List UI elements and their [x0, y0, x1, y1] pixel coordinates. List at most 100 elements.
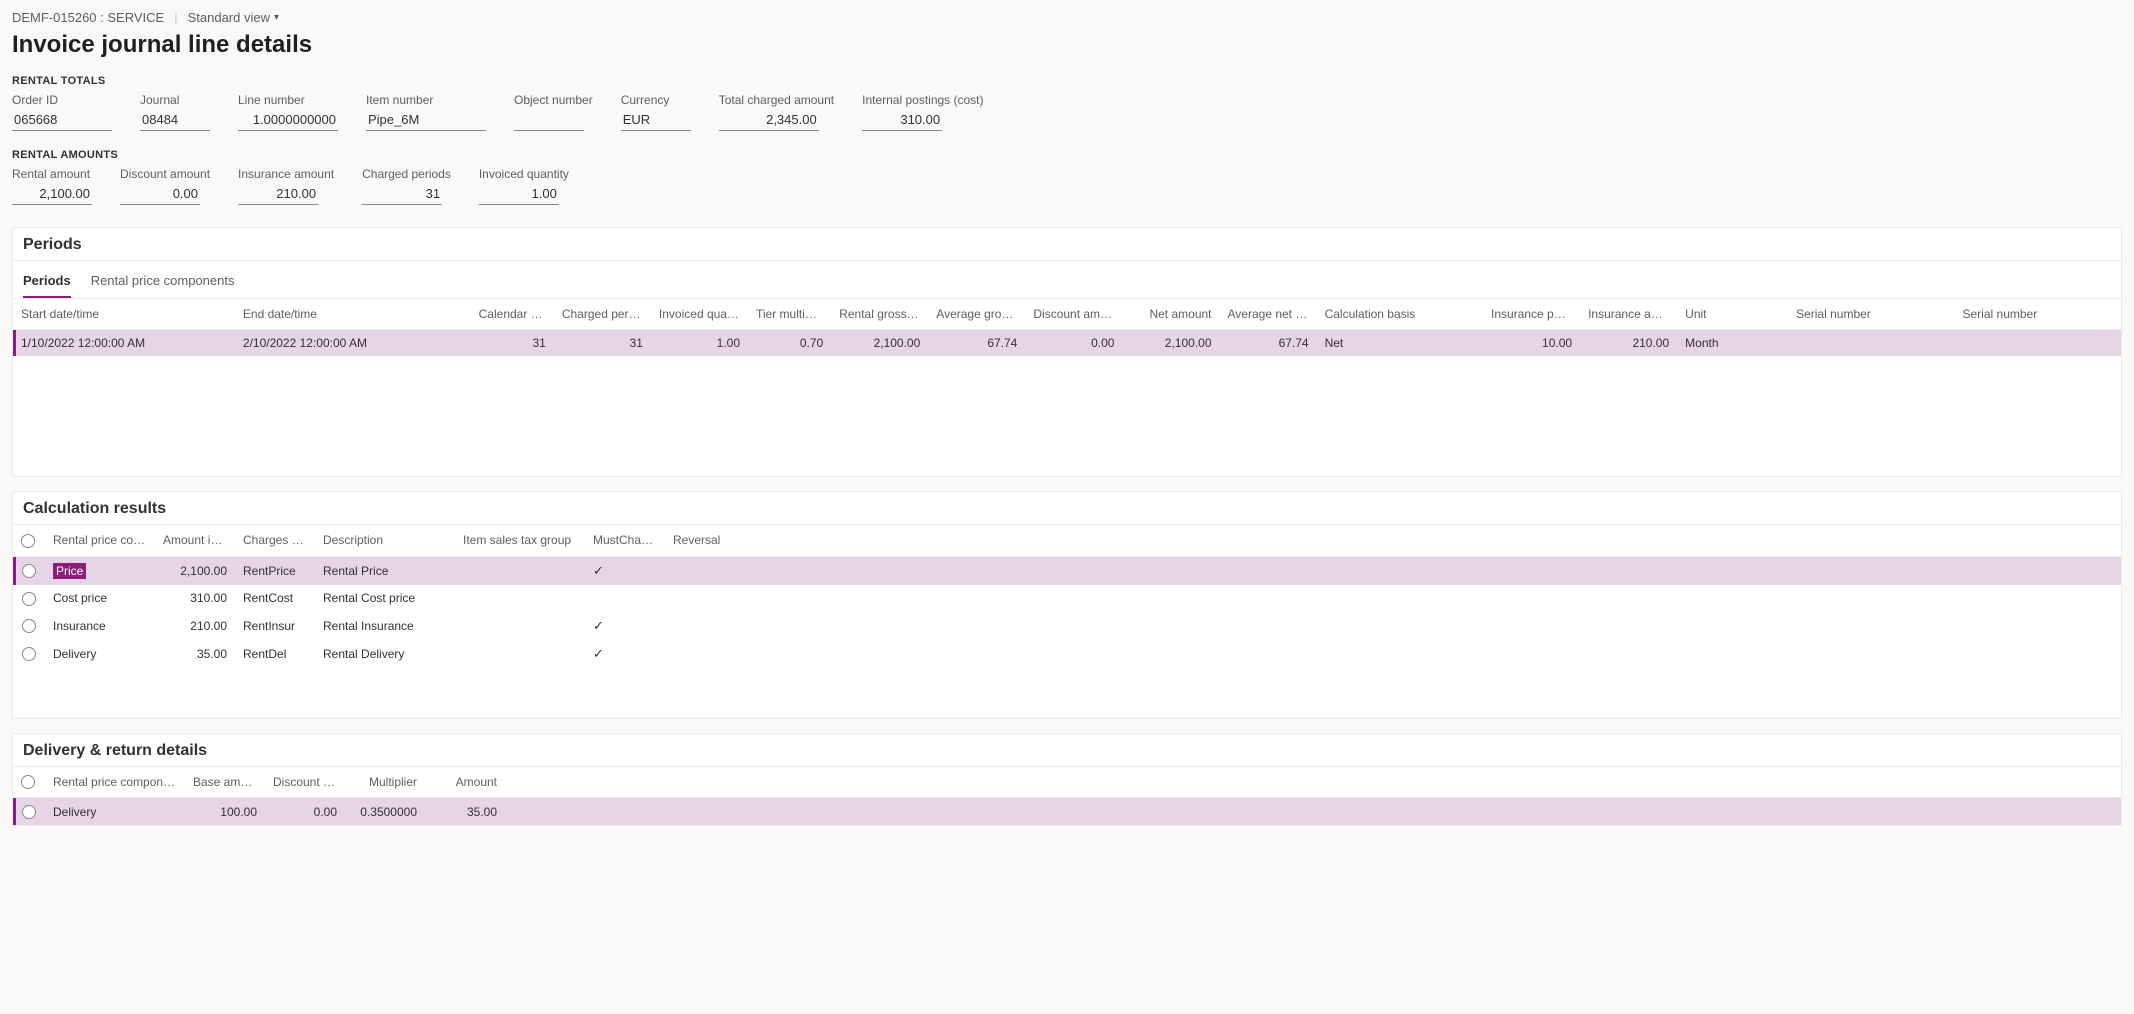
col-dr-amount[interactable]: Amount — [425, 767, 505, 798]
cell-serial2 — [1955, 330, 2122, 357]
currency-field[interactable] — [621, 110, 691, 131]
col-dr-multiplier[interactable]: Multiplier — [345, 767, 425, 798]
charged-periods-field[interactable] — [362, 184, 442, 205]
delivery-return-panel: Delivery & return details Rental price c… — [12, 733, 2122, 827]
order-id-field[interactable] — [12, 110, 112, 131]
cell-ins-amt: 210.00 — [1580, 330, 1677, 357]
radio-icon — [22, 647, 36, 661]
rental-amount-field[interactable] — [12, 184, 92, 205]
cell-component: Delivery — [45, 640, 155, 668]
cell-description: Rental Price — [315, 556, 455, 585]
insurance-amount-field[interactable] — [238, 184, 318, 205]
col-reversal[interactable]: Reversal — [665, 525, 745, 556]
tab-periods[interactable]: Periods — [23, 269, 71, 298]
col-ins-amt[interactable]: Insurance amo… — [1580, 299, 1677, 330]
col-net-amount[interactable]: Net amount — [1122, 299, 1219, 330]
col-charged-periods[interactable]: Charged periods — [554, 299, 651, 330]
row-select[interactable] — [13, 612, 45, 640]
periods-grid: Start date/time End date/time Calendar d… — [13, 299, 2121, 476]
periods-row[interactable]: 1/10/2022 12:00:00 AM 2/10/2022 12:00:00… — [13, 330, 2121, 357]
col-select-all[interactable] — [13, 525, 45, 556]
line-number-field[interactable] — [238, 110, 338, 131]
cell-avg-net: 67.74 — [1220, 330, 1317, 357]
chevron-down-icon: ▾ — [274, 12, 279, 23]
row-select[interactable] — [13, 556, 45, 585]
cell-component: Cost price — [45, 585, 155, 612]
view-label: Standard view — [188, 10, 270, 25]
col-avg-net[interactable]: Average net pr… — [1220, 299, 1317, 330]
col-calendar-days[interactable]: Calendar days — [471, 299, 554, 330]
cell-dr-component: Delivery — [45, 798, 185, 825]
calc-row[interactable]: Insurance210.00RentInsurRental Insurance… — [13, 612, 2121, 640]
col-rental-gross[interactable]: Rental gross a… — [831, 299, 928, 330]
col-charges-code[interactable]: Charges code — [235, 525, 315, 556]
calc-row[interactable]: Price2,100.00RentPriceRental Price✓ — [13, 556, 2121, 585]
col-tier-mult[interactable]: Tier multiplier — [748, 299, 831, 330]
col-serial1[interactable]: Serial number — [1788, 299, 1954, 330]
check-icon: ✓ — [593, 618, 604, 633]
cell-net-amount: 2,100.00 — [1122, 330, 1219, 357]
cell-invoiced-qty: 1.00 — [651, 330, 748, 357]
col-dr-discount[interactable]: Discount amo… — [265, 767, 345, 798]
rental-amount-label: Rental amount — [12, 167, 92, 181]
calc-row[interactable]: Delivery35.00RentDelRental Delivery✓ — [13, 640, 2121, 668]
cell-description: Rental Cost price — [315, 585, 455, 612]
total-charged-field[interactable] — [719, 110, 819, 131]
col-unit[interactable]: Unit — [1677, 299, 1788, 330]
cell-charges-code: RentPrice — [235, 556, 315, 585]
col-item-tax[interactable]: Item sales tax group — [455, 525, 585, 556]
internal-postings-label: Internal postings (cost) — [862, 93, 983, 107]
periods-title: Periods — [13, 228, 2121, 261]
invoiced-quantity-field[interactable] — [479, 184, 559, 205]
col-end[interactable]: End date/time — [235, 299, 471, 330]
item-number-label: Item number — [366, 93, 486, 107]
selection-accent — [13, 330, 16, 356]
internal-postings-field[interactable] — [862, 110, 942, 131]
col-serial2[interactable]: Serial number — [1955, 299, 2122, 330]
col-ins-perc[interactable]: Insurance perc… — [1483, 299, 1580, 330]
col-dr-component[interactable]: Rental price components — [45, 767, 185, 798]
calc-results-panel: Calculation results Rental price compone… — [12, 491, 2122, 719]
object-number-field[interactable] — [514, 110, 584, 131]
radio-icon — [22, 805, 36, 819]
col-start[interactable]: Start date/time — [13, 299, 235, 330]
journal-label: Journal — [140, 93, 210, 107]
dr-row[interactable]: Delivery 100.00 0.00 0.3500000 35.00 — [13, 798, 2121, 825]
cell-dr-amount: 35.00 — [425, 798, 505, 825]
col-description[interactable]: Description — [315, 525, 455, 556]
row-select[interactable] — [13, 585, 45, 612]
line-number-label: Line number — [238, 93, 338, 107]
col-select-all-dr[interactable] — [13, 767, 45, 798]
col-calc-basis[interactable]: Calculation basis — [1317, 299, 1483, 330]
col-amount-tr[interactable]: Amount in tra… — [155, 525, 235, 556]
item-number-field[interactable] — [366, 110, 486, 131]
row-select[interactable] — [13, 640, 45, 668]
invoiced-quantity-label: Invoiced quantity — [479, 167, 569, 181]
calc-row[interactable]: Cost price310.00RentCostRental Cost pric… — [13, 585, 2121, 612]
col-avg-gross[interactable]: Average gross … — [928, 299, 1025, 330]
col-invoiced-qty[interactable]: Invoiced quant… — [651, 299, 748, 330]
view-selector[interactable]: Standard view ▾ — [188, 10, 279, 25]
discount-amount-field[interactable] — [120, 184, 200, 205]
cell-avg-gross: 67.74 — [928, 330, 1025, 357]
tab-rental-price-components[interactable]: Rental price components — [91, 269, 235, 298]
col-component[interactable]: Rental price compone…↑ — [45, 525, 155, 556]
calc-results-grid: Rental price compone…↑ Amount in tra… Ch… — [13, 525, 2121, 718]
rental-amounts-heading: RENTAL AMOUNTS — [0, 145, 2134, 167]
cell-ins-perc: 10.00 — [1483, 330, 1580, 357]
col-discount-amt[interactable]: Discount amo… — [1025, 299, 1122, 330]
cell-reversal — [665, 612, 745, 640]
row-select[interactable] — [13, 798, 45, 825]
col-must-charge[interactable]: MustCharge — [585, 525, 665, 556]
cell-calc-basis: Net — [1317, 330, 1483, 357]
cell-dr-multiplier: 0.3500000 — [345, 798, 425, 825]
selection-accent — [13, 557, 16, 585]
page-title: Invoice journal line details — [0, 31, 2134, 71]
cell-must-charge: ✓ — [585, 556, 665, 585]
cell-dr-discount: 0.00 — [265, 798, 345, 825]
journal-field[interactable] — [140, 110, 210, 131]
breadcrumb: DEMF-015260 : SERVICE | Standard view ▾ — [0, 10, 2134, 31]
col-dr-base[interactable]: Base amount — [185, 767, 265, 798]
delivery-return-title: Delivery & return details — [13, 734, 2121, 767]
periods-tabs: Periods Rental price components — [13, 261, 2121, 299]
